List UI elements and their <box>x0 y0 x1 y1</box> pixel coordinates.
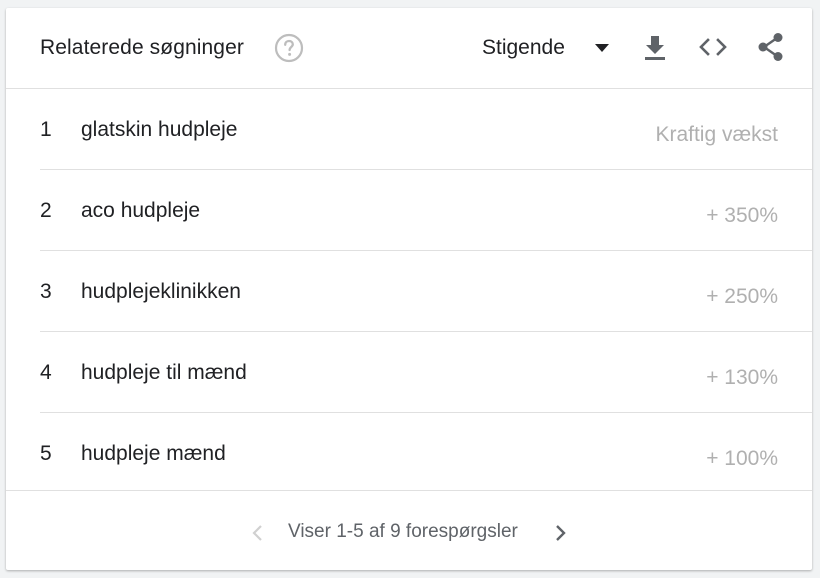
chevron-left-icon <box>252 525 262 541</box>
list-item[interactable]: 1 glatskin hudpleje Kraftig vækst <box>40 89 812 170</box>
sort-selected-label: Stigende <box>482 36 565 59</box>
rank-number: 5 <box>40 442 52 465</box>
download-icon[interactable] <box>638 30 672 64</box>
rank-number: 3 <box>40 280 52 303</box>
card-title: Relaterede søgninger <box>40 36 244 59</box>
share-icon[interactable] <box>754 30 788 64</box>
query-text: glatskin hudpleje <box>81 118 238 141</box>
list-item[interactable]: 3 hudplejeklinikken + 250% <box>40 251 812 332</box>
list-item[interactable]: 4 hudpleje til mænd + 130% <box>40 332 812 413</box>
growth-value: + 350% <box>706 204 778 227</box>
growth-value: Kraftig vækst <box>655 123 778 146</box>
embed-code-icon[interactable] <box>696 30 730 64</box>
growth-value: + 100% <box>706 447 778 470</box>
query-text: hudpleje mænd <box>81 442 226 465</box>
growth-value: + 130% <box>706 366 778 389</box>
pagination-status: Viser 1-5 af 9 forespørgsler <box>288 521 518 542</box>
query-text: hudpleje til mænd <box>81 361 247 384</box>
query-text: hudplejeklinikken <box>81 280 241 303</box>
caret-down-icon <box>595 44 609 52</box>
growth-value: + 250% <box>706 285 778 308</box>
card-header: Relaterede søgninger Stigende <box>6 8 812 89</box>
rank-number: 4 <box>40 361 52 384</box>
chevron-right-icon[interactable] <box>550 521 570 545</box>
help-circle-icon[interactable] <box>274 33 304 63</box>
rank-number: 1 <box>40 118 52 141</box>
related-queries-list: 1 glatskin hudpleje Kraftig vækst 2 aco … <box>6 89 812 494</box>
list-item[interactable]: 5 hudpleje mænd + 100% <box>40 413 812 494</box>
list-item[interactable]: 2 aco hudpleje + 350% <box>40 170 812 251</box>
pagination-footer: Viser 1-5 af 9 forespørgsler <box>6 490 812 571</box>
sort-dropdown[interactable]: Stigende <box>482 32 614 64</box>
query-text: aco hudpleje <box>81 199 201 222</box>
rank-number: 2 <box>40 199 52 222</box>
related-queries-card: Relaterede søgninger Stigende 1 glatskin… <box>6 8 812 570</box>
